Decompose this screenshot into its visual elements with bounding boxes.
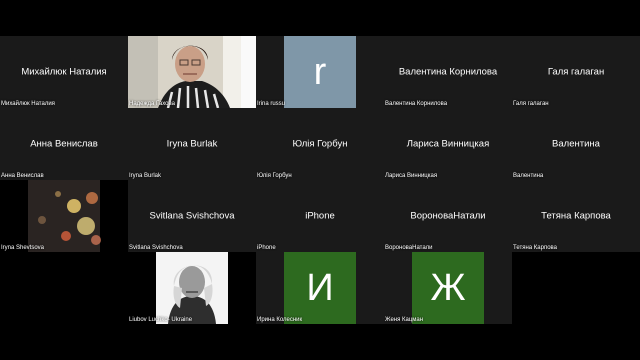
participant-video xyxy=(0,180,128,252)
participant-tile[interactable]: Ж Женя Кацман xyxy=(384,252,512,324)
participant-label: Юлія Горбун xyxy=(257,173,292,179)
participant-label: iPhone xyxy=(257,245,276,251)
participant-avatar: И xyxy=(284,252,356,324)
participant-label: Женя Кацман xyxy=(385,317,424,323)
participant-name: Валентина Корнилова xyxy=(398,66,498,78)
participant-name: Михайлюк Наталия xyxy=(21,66,107,78)
participant-name: Iryna Burlak xyxy=(166,138,218,150)
participant-avatar: r xyxy=(284,36,356,108)
participant-name: Тетяна Карпова xyxy=(541,210,611,222)
participant-label: Ирина Колесник xyxy=(257,317,303,323)
participant-label: Svitlana Svishchova xyxy=(129,245,183,251)
participant-tile[interactable]: Юлія Горбун Юлія Горбун xyxy=(256,108,384,180)
participant-name: Svitlana Svishchova xyxy=(149,210,235,222)
participant-tile[interactable]: ВороноваНатали ВороноваНатали xyxy=(384,180,512,252)
participant-label: Михайлюк Наталия xyxy=(1,101,55,107)
participant-tile[interactable]: Лариса Винницкая Лариса Винницкая xyxy=(384,108,512,180)
participant-label: Liubov Luchko- Ukraine xyxy=(129,317,193,323)
participant-label: Тетяна Карпова xyxy=(513,245,557,251)
participant-tile[interactable]: И Ирина Колесник xyxy=(256,252,384,324)
participant-label: ВороноваНатали xyxy=(385,245,433,251)
participant-avatar: Ж xyxy=(412,252,484,324)
participant-name: Лариса Винницкая xyxy=(406,138,490,150)
participant-name: Анна Венислав xyxy=(30,138,98,150)
participant-tile[interactable]: Iryna Shevtsova xyxy=(0,180,128,252)
participant-label: Надежда Гахова xyxy=(129,101,175,107)
participant-label: Irina russu xyxy=(257,101,286,107)
participant-name: Юлія Горбун xyxy=(292,138,348,150)
participant-label: Валентина Корнилова xyxy=(385,101,448,107)
participant-tile[interactable]: Михайлюк Наталия Михайлюк Наталия xyxy=(0,36,128,108)
participant-label: Iryna Burlak xyxy=(129,173,162,179)
participant-tile[interactable]: r Irina russu xyxy=(256,36,384,108)
participant-name: Галя галаган xyxy=(547,66,605,78)
participant-video xyxy=(128,36,256,108)
participant-tile[interactable]: Iryna Burlak Iryna Burlak xyxy=(128,108,256,180)
participant-label: Валентина xyxy=(513,173,544,179)
participant-name: Валентина xyxy=(552,138,600,150)
participant-name: ВороноваНатали xyxy=(410,210,486,222)
participant-label: Лариса Винницкая xyxy=(385,173,438,179)
participant-label: Iryna Shevtsova xyxy=(1,245,45,251)
participant-label: Галя галаган xyxy=(513,101,549,107)
participant-tile[interactable]: Валентина Корнилова Валентина Корнилова xyxy=(384,36,512,108)
participant-tile[interactable]: iPhone iPhone xyxy=(256,180,384,252)
participant-tile[interactable]: Валентина Валентина xyxy=(512,108,640,180)
participant-tile[interactable]: Анна Венислав Анна Венислав xyxy=(0,108,128,180)
participant-tile[interactable]: Галя галаган Галя галаган xyxy=(512,36,640,108)
participant-tile[interactable]: Svitlana Svishchova Svitlana Svishchova xyxy=(128,180,256,252)
participant-tile[interactable]: Liubov Luchko- Ukraine xyxy=(128,252,256,324)
participant-tile[interactable]: Тетяна Карпова Тетяна Карпова xyxy=(512,180,640,252)
participant-tile[interactable]: Надежда Гахова xyxy=(128,36,256,108)
participant-label: Анна Венислав xyxy=(1,173,44,179)
participant-video xyxy=(128,252,256,324)
video-grid: Михайлюк Наталия Михайлюк Наталия Надежд… xyxy=(0,36,640,324)
participant-name: iPhone xyxy=(305,210,335,222)
